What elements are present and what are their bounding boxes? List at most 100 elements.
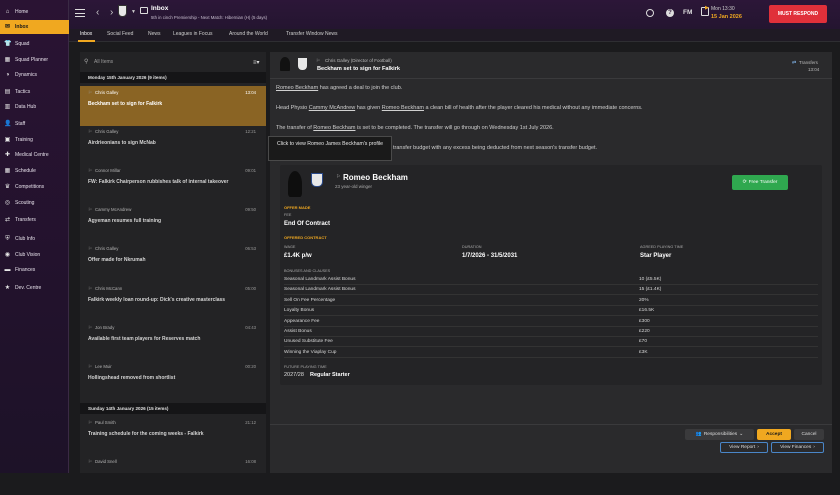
tab-social-feed[interactable]: Social Feed bbox=[107, 31, 133, 37]
tab-transfer-window-news[interactable]: Transfer Window News bbox=[286, 31, 338, 37]
day-header: Monday 15th January 2026 (9 items) bbox=[80, 72, 266, 83]
sidebar-item-training[interactable]: ▣ Training bbox=[0, 133, 69, 147]
footer-divider bbox=[270, 424, 832, 425]
player-link[interactable]: Romeo Beckham bbox=[313, 125, 355, 131]
club-crest[interactable] bbox=[118, 5, 127, 17]
sender-icon: ⚐ bbox=[316, 58, 321, 63]
inbox-list-item[interactable]: ⚐ Jon Brady 04:43 Available first team play… bbox=[80, 321, 266, 361]
item-subject: Offer made for Nkrumah bbox=[88, 257, 146, 263]
inbox-list-item[interactable]: ⚐ David Snell 16:08 bbox=[80, 455, 266, 495]
competitions-icon: ♛ bbox=[4, 183, 11, 190]
cancel-button[interactable]: Cancel bbox=[794, 429, 824, 440]
inbox-list-item[interactable]: ⚐ Chris Galley 12:21 Airdrieonians to sign … bbox=[80, 125, 266, 165]
sidebar-item-dynamics[interactable]: ◑ Dynamics bbox=[0, 68, 69, 82]
bonus-row: Seasonal Landmark Assist Bonus 15 (£1.4K) bbox=[284, 285, 818, 296]
message-paragraph-1: Romeo Beckham has agreed a deal to join … bbox=[276, 85, 402, 91]
sidebar-item-dev-centre[interactable]: ★ Dev. Centre bbox=[0, 281, 69, 295]
inbox-list-item[interactable]: ⚐ Chris McCann 05:00 Falkirk weekly loan ro… bbox=[80, 282, 266, 322]
view-report-button[interactable]: View Report › bbox=[720, 442, 768, 453]
sidebar-item-staff[interactable]: 👤 Staff bbox=[0, 117, 69, 131]
menu-icon[interactable] bbox=[75, 9, 85, 17]
inbox-list-item[interactable]: ⚐ Paul Smith 21:12 Training schedule for th… bbox=[80, 416, 266, 456]
bonus-value: £70 bbox=[639, 339, 648, 345]
sender-icon: ⚐ bbox=[88, 246, 93, 251]
message-sender[interactable]: Chris Galley (Director of Football) bbox=[325, 58, 392, 63]
sidebar-item-squad[interactable]: 👕 Squad bbox=[0, 37, 69, 51]
sender-icon: ⚐ bbox=[88, 207, 93, 212]
text: is set to be completed. The transfer wil… bbox=[355, 125, 554, 131]
staff-link[interactable]: Cammy McAndrew bbox=[309, 105, 355, 111]
forward-icon[interactable]: › bbox=[110, 7, 113, 18]
sidebar-item-club-info[interactable]: ⛨ Club Info bbox=[0, 232, 69, 246]
player-link[interactable]: Romeo Beckham bbox=[382, 105, 424, 111]
sidebar-item-schedule[interactable]: ▦ Schedule bbox=[0, 164, 69, 178]
help-icon[interactable]: ? bbox=[666, 9, 674, 17]
inbox-list-item[interactable]: ⚐ Connor Millar 09:01 FW: Falkirk Chairpers… bbox=[80, 164, 266, 204]
bonus-table: Seasonal Landmark Assist Bonus 10 (£5.5K)… bbox=[280, 275, 822, 365]
filter-icon[interactable]: ≡▾ bbox=[253, 59, 260, 66]
sidebar-item-home[interactable]: ⌂ Home bbox=[0, 5, 69, 19]
player-silhouette[interactable] bbox=[288, 171, 302, 197]
item-time: 13:04 bbox=[245, 90, 256, 95]
accept-button[interactable]: Accept bbox=[757, 429, 791, 440]
search-input[interactable]: All Items bbox=[94, 59, 244, 65]
time-play-icon[interactable]: ▶ bbox=[705, 5, 709, 11]
sidebar-item-tactics[interactable]: ▤ Tactics bbox=[0, 85, 69, 99]
text: has given bbox=[355, 105, 382, 111]
inbox-list-item[interactable]: ⚐ Chris Galley 13:04 Beckham set to sign fo… bbox=[80, 86, 266, 126]
future-playing-time-label: FUTURE PLAYING TIME bbox=[284, 365, 327, 369]
sidebar-item-transfers[interactable]: ⇄ Transfers bbox=[0, 213, 69, 227]
player-name[interactable]: Romeo Beckham bbox=[343, 173, 408, 182]
text: a clean bill of health after the player … bbox=[423, 105, 643, 111]
fee-label: FEE bbox=[284, 213, 292, 217]
tab-news[interactable]: News bbox=[148, 31, 161, 37]
item-time: 12:21 bbox=[245, 129, 256, 134]
responsibilities-button[interactable]: 👥 Responsibilities ⌄ bbox=[685, 429, 754, 440]
sidebar-item-label: Squad bbox=[15, 41, 30, 47]
game-date: 15 Jan 2026 bbox=[711, 14, 742, 20]
inbox-list-item[interactable]: ⚐ Lee Muir 00:20 Hollingshead removed from … bbox=[80, 360, 266, 400]
back-icon[interactable]: ‹ bbox=[96, 7, 99, 18]
sidebar-item-scouting[interactable]: ◎ Scouting bbox=[0, 196, 69, 210]
item-time: 00:20 bbox=[245, 364, 256, 369]
sidebar-item-label: Finances bbox=[15, 267, 36, 273]
club-dropdown-icon[interactable]: ▼ bbox=[131, 9, 136, 15]
inbox-header-icon bbox=[140, 7, 148, 14]
globe-icon[interactable] bbox=[646, 9, 654, 17]
sidebar-item-club-vision[interactable]: ◉ Club Vision bbox=[0, 248, 69, 262]
tab-leagues-in-focus[interactable]: Leagues in Focus bbox=[173, 31, 212, 37]
view-report-label: View Report bbox=[729, 445, 756, 450]
tab-inbox[interactable]: Inbox bbox=[80, 31, 92, 37]
must-respond-button[interactable]: MUST RESPOND bbox=[769, 5, 827, 23]
item-sender: David Snell bbox=[95, 459, 117, 464]
squad-icon: 👕 bbox=[4, 40, 12, 47]
tooltip-text: Click to view Romeo James Beckham's prof… bbox=[277, 141, 383, 147]
inbox-list-item[interactable]: ⚐ Cammy McAndrew 09:50 Agyeman resumes full… bbox=[80, 203, 266, 243]
staff-icon: 👤 bbox=[4, 120, 12, 127]
sidebar-item-data-hub[interactable]: ▥ Data Hub bbox=[0, 100, 69, 114]
message-time: 13:04 bbox=[808, 67, 820, 72]
tab-around-the-world[interactable]: Around the World bbox=[229, 31, 268, 37]
sender-icon: ⚐ bbox=[88, 364, 93, 369]
view-finances-button[interactable]: View Finances › bbox=[771, 442, 824, 453]
message-paragraph-2: Head Physio Cammy McAndrew has given Rom… bbox=[276, 105, 643, 111]
sidebar-item-squad-planner[interactable]: ▦ Squad Planner bbox=[0, 53, 69, 67]
sender-avatar[interactable] bbox=[280, 57, 290, 71]
item-subject: FW: Falkirk Chairperson rubbishes talk o… bbox=[88, 179, 229, 185]
fm-logo[interactable]: FM bbox=[683, 9, 692, 16]
responsibilities-label: Responsibilities bbox=[703, 432, 738, 437]
sidebar-item-finances[interactable]: ▬ Finances bbox=[0, 263, 69, 277]
bonus-name: Appearance Fee bbox=[284, 318, 320, 324]
sidebar-item-medical-centre[interactable]: ✚ Medical Centre bbox=[0, 148, 69, 162]
sidebar-item-inbox[interactable]: ✉ Inbox bbox=[0, 20, 69, 34]
scouting-icon: ◎ bbox=[4, 199, 11, 206]
item-time: 05:00 bbox=[245, 286, 256, 291]
sidebar-item-label: Squad Planner bbox=[15, 57, 49, 63]
message-tag[interactable]: Transfers bbox=[799, 60, 818, 65]
player-club-crest[interactable] bbox=[311, 173, 323, 187]
inbox-list-item[interactable]: ⚐ Chris Galley 06:53 Offer made for Nkrumah bbox=[80, 242, 266, 282]
bonus-row: Assist Bonus £220 bbox=[284, 327, 818, 337]
player-link[interactable]: Romeo Beckham bbox=[276, 85, 318, 91]
free-transfer-button[interactable]: ⟳ Free Transfer bbox=[732, 175, 788, 190]
sidebar-item-competitions[interactable]: ♛ Competitions bbox=[0, 180, 69, 194]
